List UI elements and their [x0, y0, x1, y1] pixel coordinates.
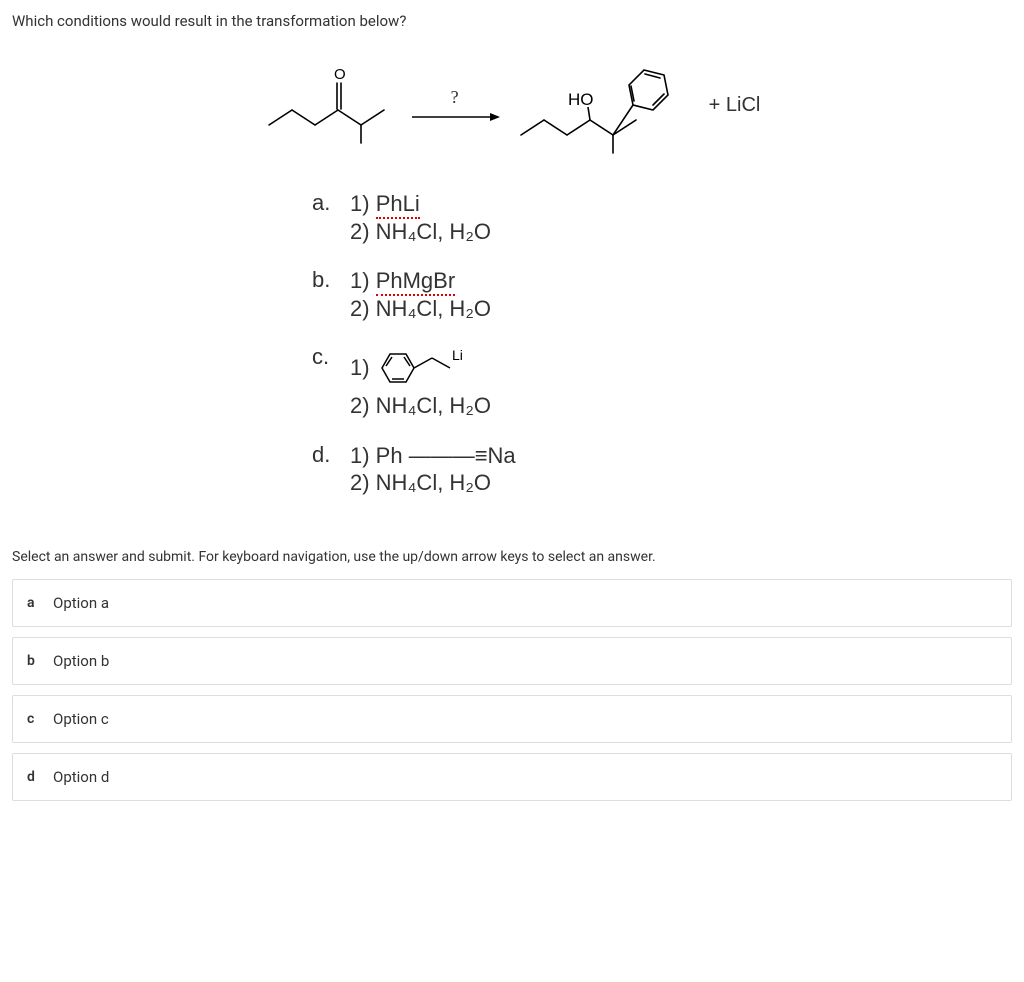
condition-d: d. 1) Ph ———≡Na 2) NH₄Cl, H₂O: [312, 442, 782, 497]
answer-label: Option d: [53, 768, 109, 786]
condition-a: a. 1) PhLi 2) NH₄Cl, H₂O: [312, 190, 782, 245]
condition-b: b. 1) PhMgBr 2) NH₄Cl, H₂O: [312, 267, 782, 322]
answer-option-b[interactable]: b Option b: [12, 637, 1012, 685]
line1-prefix: 1): [350, 354, 370, 382]
byproduct-text: + LiCl: [709, 94, 761, 117]
answer-option-a[interactable]: a Option a: [12, 579, 1012, 627]
product-structure: HO: [516, 50, 691, 160]
line2: 2) NH₄Cl, H₂O: [350, 295, 491, 323]
reaction-scheme: O ?: [242, 50, 782, 160]
svg-text:O: O: [334, 66, 346, 83]
reagent-a: PhLi: [376, 191, 420, 219]
condition-letter: d.: [312, 442, 350, 468]
arrow-label: ?: [451, 87, 459, 108]
answer-label: Option b: [53, 652, 109, 670]
arrow-icon: [410, 110, 500, 124]
condition-letter: a.: [312, 190, 350, 216]
hydroxyl-label: HO: [568, 90, 594, 109]
answer-option-d[interactable]: d Option d: [12, 753, 1012, 801]
answer-key: a: [27, 595, 53, 611]
answer-key: c: [27, 711, 53, 727]
svg-text:Li: Li: [452, 347, 463, 363]
line1-prefix: 1): [350, 268, 376, 293]
reaction-arrow: ?: [410, 87, 500, 124]
condition-letter: c.: [312, 344, 350, 370]
question-text: Which conditions would result in the tra…: [12, 12, 1012, 30]
benzyl-lithium-structure: Li: [370, 344, 480, 392]
instructions-text: Select an answer and submit. For keyboar…: [12, 549, 1012, 565]
starting-material-structure: O: [264, 65, 394, 145]
answer-option-c[interactable]: c Option c: [12, 695, 1012, 743]
line2: 2) NH₄Cl, H₂O: [350, 469, 516, 497]
conditions-list: a. 1) PhLi 2) NH₄Cl, H₂O b. 1) PhMgBr 2)…: [312, 190, 782, 497]
answer-key: d: [27, 769, 53, 785]
chemistry-figure: O ?: [12, 50, 1012, 519]
condition-letter: b.: [312, 267, 350, 293]
answer-label: Option a: [53, 594, 109, 612]
line1-prefix: 1): [350, 191, 376, 216]
line2: 2) NH₄Cl, H₂O: [350, 392, 491, 420]
condition-c: c. 1) Li: [312, 344, 782, 420]
line2: 2) NH₄Cl, H₂O: [350, 218, 491, 246]
answer-label: Option c: [53, 710, 109, 728]
line1: 1) Ph ———≡Na: [350, 442, 516, 470]
answer-key: b: [27, 653, 53, 669]
reagent-b: PhMgBr: [376, 268, 455, 296]
answer-options: a Option a b Option b c Option c d Optio…: [12, 579, 1012, 801]
